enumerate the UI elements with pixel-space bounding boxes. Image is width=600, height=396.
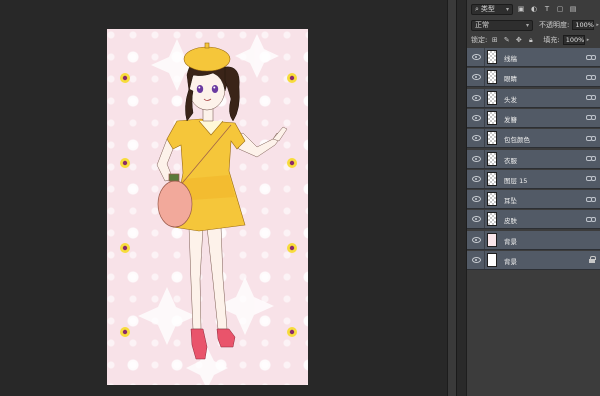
layer-name[interactable]: 发簪	[504, 114, 517, 124]
lock-label: 锁定:	[471, 36, 488, 44]
eye-visibility-icon[interactable]	[469, 233, 483, 247]
eye-visibility-icon[interactable]	[469, 253, 483, 267]
layer-thumbnail[interactable]	[487, 192, 497, 207]
layer-row[interactable]: 背景	[467, 251, 600, 270]
link-icon[interactable]	[586, 114, 596, 122]
chevron-down-icon: ▾	[505, 5, 509, 13]
chevron-down-icon: ▾	[525, 21, 529, 29]
layers-panel: ⌕ 类型 ▾ ▣ ◐ T ▢ ▤ 正常 ▾ 不透明度: 100% ▸ 锁定: ⊞…	[466, 0, 600, 396]
link-icon[interactable]	[586, 175, 596, 183]
layer-thumbnail[interactable]	[487, 70, 497, 85]
type-layer-filter-icon[interactable]: T	[542, 4, 552, 15]
adjustment-layer-filter-icon[interactable]: ◐	[529, 4, 539, 15]
fill-label: 填充:	[543, 36, 560, 44]
layer-name[interactable]: 背景	[504, 236, 517, 246]
filter-kind-label: 类型	[480, 5, 495, 13]
layer-row[interactable]: 发簪	[467, 108, 600, 128]
illustration-girl-yellow-dress	[120, 34, 297, 385]
link-icon[interactable]	[586, 134, 596, 142]
layer-thumbnail[interactable]	[487, 253, 497, 267]
fill-input[interactable]: 100%	[562, 35, 585, 45]
layer-name[interactable]: 眼睛	[504, 73, 517, 83]
layer-row[interactable]: 皮肤	[467, 210, 600, 230]
eye-visibility-icon[interactable]	[469, 131, 483, 145]
shape-layer-filter-icon[interactable]: ▢	[555, 4, 565, 15]
link-icon[interactable]	[586, 73, 596, 81]
pixel-layer-filter-icon[interactable]: ▣	[516, 4, 526, 15]
layer-name[interactable]: 耳坠	[504, 195, 517, 205]
link-icon[interactable]	[586, 215, 596, 223]
layer-filter-row: ⌕ 类型 ▾ ▣ ◐ T ▢ ▤	[467, 2, 600, 16]
fill-slider-arrow-icon[interactable]: ▸	[587, 37, 590, 43]
layer-name[interactable]: 线稿	[504, 53, 517, 63]
blend-mode-dropdown[interactable]: 正常 ▾	[471, 19, 533, 31]
layer-row[interactable]: 头发	[467, 88, 600, 108]
layer-thumbnail[interactable]	[487, 131, 497, 146]
eye-visibility-icon[interactable]	[469, 70, 483, 84]
layer-row[interactable]: 线稿	[467, 48, 600, 67]
link-icon[interactable]	[586, 53, 596, 61]
blend-mode-value: 正常	[475, 21, 489, 29]
lock-position-icon[interactable]: ✥	[514, 35, 523, 45]
layer-thumbnail[interactable]	[487, 232, 497, 247]
layer-name[interactable]: 头发	[504, 94, 517, 104]
layer-name[interactable]: 背景	[504, 256, 517, 266]
eye-visibility-icon[interactable]	[469, 192, 483, 206]
lock-row: 锁定: ⊞ ✎ ✥ 🔒︎ 填充: 100% ▸	[467, 34, 600, 46]
eye-visibility-icon[interactable]	[469, 91, 483, 105]
legs	[188, 226, 228, 330]
opacity-label: 不透明度:	[539, 21, 570, 29]
layer-thumbnail[interactable]	[487, 50, 497, 64]
link-icon[interactable]	[586, 155, 596, 163]
layer-row[interactable]: 背景	[467, 230, 600, 250]
canvas-area[interactable]	[0, 0, 447, 396]
layer-thumbnail[interactable]	[487, 110, 497, 125]
layer-filter-dropdown[interactable]: ⌕ 类型 ▾	[471, 3, 513, 15]
lock-image-pixels-icon[interactable]: ✎	[502, 35, 511, 45]
layer-row[interactable]: 耳坠	[467, 190, 600, 210]
lock-all-icon[interactable]: 🔒︎	[526, 35, 535, 45]
eye-visibility-icon[interactable]	[469, 111, 483, 125]
layer-thumbnail[interactable]	[487, 90, 497, 105]
eye-visibility-icon[interactable]	[469, 152, 483, 166]
layer-thumbnail[interactable]	[487, 171, 497, 186]
filter-icon: ⌕	[475, 4, 479, 13]
link-icon[interactable]	[586, 195, 596, 203]
lock-transparent-pixels-icon[interactable]: ⊞	[490, 35, 499, 45]
document-artboard[interactable]	[107, 29, 308, 385]
shoes	[190, 328, 236, 360]
opacity-slider-arrow-icon[interactable]: ▸	[596, 22, 599, 28]
eye-visibility-icon[interactable]	[469, 172, 483, 186]
layer-row[interactable]: 眼睛	[467, 68, 600, 88]
layer-name[interactable]: 包包颜色	[504, 134, 530, 144]
eye-visibility-icon[interactable]	[469, 212, 483, 226]
layer-name[interactable]: 皮肤	[504, 215, 517, 225]
yellow-beret	[183, 42, 231, 72]
eye-visibility-icon[interactable]	[469, 50, 483, 64]
layer-row[interactable]: 图层 15	[467, 169, 600, 189]
layer-name[interactable]: 图层 15	[504, 175, 527, 185]
link-icon[interactable]	[586, 94, 596, 102]
layer-row[interactable]: 衣服	[467, 149, 600, 169]
blend-mode-row: 正常 ▾ 不透明度: 100% ▸	[467, 18, 600, 32]
opacity-input[interactable]: 100%	[572, 20, 595, 30]
layer-row[interactable]: 包包颜色	[467, 129, 600, 149]
smart-object-filter-icon[interactable]: ▤	[568, 4, 578, 15]
layer-thumbnail[interactable]	[487, 151, 497, 166]
layer-thumbnail[interactable]	[487, 212, 497, 227]
layer-name[interactable]: 衣服	[504, 155, 517, 165]
padlock-icon[interactable]	[589, 256, 596, 263]
